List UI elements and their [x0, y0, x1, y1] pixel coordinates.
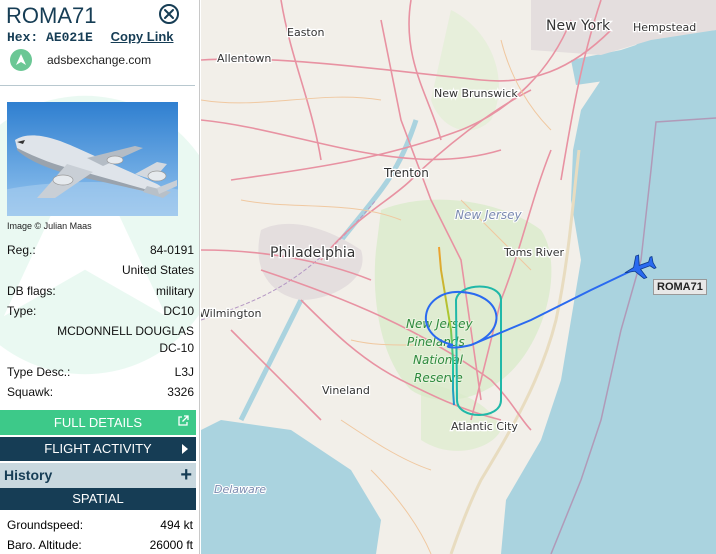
map-label-vineland: Vineland	[322, 384, 370, 397]
callsign-title: ROMA71	[6, 3, 97, 28]
map-label-easton: Easton	[287, 26, 324, 39]
map-label-atlantic-city: Atlantic City	[451, 420, 518, 433]
detail-value: DC-10	[159, 341, 194, 355]
map-label-new-brunswick: New Brunswick	[434, 87, 518, 100]
divider	[0, 85, 195, 86]
map-label-pinelands: Reserve	[414, 371, 463, 385]
map-label-delaware: Delaware	[214, 483, 266, 496]
map-label-allentown: Allentown	[217, 52, 271, 65]
detail-value: 3326	[167, 385, 194, 399]
history-section-toggle[interactable]: History +	[0, 463, 196, 488]
aircraft-info-panel: ROMA71 Hex: AE021E Copy Link adsbexchang…	[0, 0, 200, 554]
detail-label: Squawk:	[7, 385, 54, 399]
map-label-trenton: Trenton	[383, 166, 429, 180]
map-label-wilmington: Wilmington	[201, 307, 262, 320]
map-canvas[interactable]: New York Hempstead Easton Allentown New …	[201, 0, 716, 554]
detail-label: Type Desc.:	[7, 365, 71, 379]
hex-label: Hex:	[7, 30, 39, 45]
full-details-label: FULL DETAILS	[53, 415, 143, 430]
map-label-new-jersey: New Jersey	[455, 208, 522, 222]
detail-label: Reg.:	[7, 243, 36, 257]
detail-value: 26000 ft	[149, 538, 193, 552]
adsbx-logo-icon	[10, 49, 32, 71]
full-details-button[interactable]: FULL DETAILS	[0, 410, 196, 435]
dc10-aircraft-image	[7, 135, 178, 216]
source-link[interactable]: adsbexchange.com	[47, 53, 151, 67]
map-label-new-york: New York	[546, 18, 611, 34]
detail-label: DB flags:	[7, 284, 56, 298]
detail-label: Groundspeed:	[7, 518, 84, 532]
aircraft-photo[interactable]	[7, 102, 178, 216]
spatial-header: SPATIAL	[0, 488, 196, 510]
close-icon	[164, 9, 174, 19]
detail-value: military	[156, 284, 194, 298]
copy-link[interactable]: Copy Link	[111, 29, 174, 44]
detail-value: 84-0191	[149, 243, 194, 257]
detail-value: United States	[121, 263, 194, 277]
detail-value: 494 kt	[160, 518, 193, 532]
detail-value: L3J	[174, 365, 194, 379]
aircraft-map-label[interactable]: ROMA71	[653, 279, 707, 295]
map-view[interactable]: New York Hempstead Easton Allentown New …	[201, 0, 716, 554]
flight-activity-button[interactable]: FLIGHT ACTIVITY	[0, 437, 196, 461]
map-label-hempstead: Hempstead	[633, 21, 696, 34]
detail-label: Type:	[7, 304, 37, 318]
flight-activity-label: FLIGHT ACTIVITY	[44, 441, 152, 456]
map-label-philadelphia: Philadelphia	[270, 245, 355, 261]
hex-line: Hex: AE021E Copy Link	[7, 29, 174, 45]
map-label-toms-river: Toms River	[503, 246, 564, 259]
map-label-pinelands: New Jersey	[406, 317, 473, 331]
detail-label: Baro. Altitude:	[7, 538, 82, 552]
photo-credit: Image © Julian Maas	[7, 221, 92, 231]
hex-value: AE021E	[46, 30, 93, 45]
detail-value: DC10	[163, 304, 194, 318]
external-link-icon	[178, 415, 189, 426]
detail-value: MCDONNELL DOUGLAS	[57, 324, 194, 338]
expand-arrow-icon	[182, 444, 188, 454]
history-label: History	[4, 467, 53, 483]
close-button[interactable]	[159, 4, 179, 24]
expand-plus-icon: +	[180, 464, 192, 486]
